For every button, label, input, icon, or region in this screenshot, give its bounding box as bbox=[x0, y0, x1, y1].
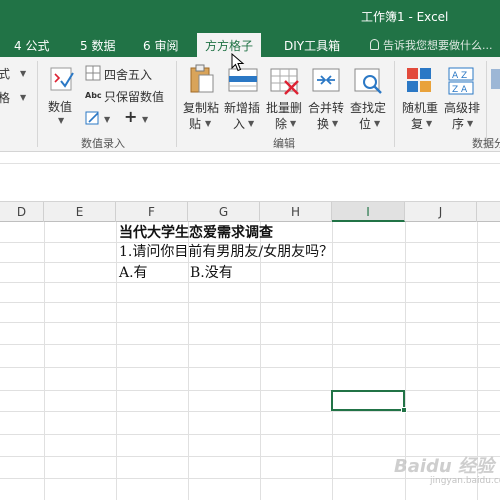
gridline bbox=[116, 222, 117, 500]
tab-diy-toolbox[interactable]: DIY工具箱 bbox=[284, 37, 340, 54]
merge-convert-label-1: 合并转 bbox=[308, 101, 345, 115]
mouse-cursor-icon bbox=[231, 53, 245, 72]
clipboard-icon bbox=[190, 64, 214, 93]
plus-icon[interactable]: + bbox=[124, 107, 137, 126]
gridline bbox=[332, 222, 333, 500]
random-grid-icon bbox=[407, 68, 431, 92]
column-header-e[interactable]: E bbox=[44, 202, 116, 222]
formula-bar-area[interactable] bbox=[0, 165, 500, 202]
gridline bbox=[0, 411, 500, 412]
copy-paste-label-2: 贴 bbox=[189, 117, 202, 131]
insert-label-1: 新增插 bbox=[224, 101, 261, 115]
tell-me-box[interactable]: 告诉我您想要做什么... bbox=[370, 37, 493, 53]
random-repeat-label-2: 复 bbox=[411, 117, 424, 131]
random-repeat-label-1: 随机重 bbox=[402, 101, 439, 115]
ribbon-tabs: 4 公式 5 数据 6 审阅 方方格子 DIY工具箱 告诉我您想要做什么... bbox=[0, 33, 500, 57]
chevron-down-icon[interactable]: ▼ bbox=[104, 115, 110, 124]
find-icon bbox=[354, 68, 382, 94]
ribbon-bottom-band bbox=[0, 152, 500, 164]
gridline bbox=[0, 434, 500, 435]
gridline bbox=[0, 344, 500, 345]
gridline bbox=[0, 390, 500, 391]
edit-table-icon[interactable] bbox=[85, 110, 101, 126]
abc-icon: Abc bbox=[85, 91, 102, 100]
tab-review[interactable]: 6 审阅 bbox=[143, 37, 178, 54]
tab-data[interactable]: 5 数据 bbox=[80, 37, 115, 54]
column-header-f[interactable]: F bbox=[116, 202, 188, 222]
chevron-down-icon[interactable]: ▼ bbox=[20, 93, 26, 102]
tell-me-placeholder: 告诉我您想要做什么... bbox=[383, 39, 493, 52]
column-header-i[interactable]: I bbox=[332, 202, 405, 222]
group-divider bbox=[37, 61, 38, 147]
insert-label-2: 入 bbox=[233, 117, 246, 131]
merge-convert-label-2: 换 bbox=[317, 117, 330, 131]
tab-formulas[interactable]: 4 公式 bbox=[14, 37, 49, 54]
advanced-sort-label-1: 高级排 bbox=[444, 101, 481, 115]
ribbon: 式 ▼ 格 ▼ 数值 ▼ 四舍五入 Abc 只保留数值 ▼ + ▼ 数值录入 复… bbox=[0, 57, 500, 152]
group-label-data-analysis: 数据分 bbox=[472, 137, 500, 150]
round-icon bbox=[85, 65, 101, 81]
chevron-down-icon: ▼ bbox=[248, 119, 255, 128]
column-header-g[interactable]: G bbox=[188, 202, 260, 222]
numeric-icon bbox=[50, 67, 74, 91]
column-header-h[interactable]: H bbox=[260, 202, 332, 222]
numeric-label: 数值 bbox=[48, 100, 73, 114]
batch-delete-label-2: 除 bbox=[275, 117, 288, 131]
gridline bbox=[0, 367, 500, 368]
merge-icon bbox=[312, 68, 340, 92]
chevron-down-icon: ▼ bbox=[58, 116, 65, 125]
gridline bbox=[188, 222, 189, 500]
active-cell-selection[interactable] bbox=[331, 390, 407, 413]
gridline bbox=[260, 222, 261, 500]
lightbulb-icon bbox=[370, 39, 379, 50]
fill-handle[interactable] bbox=[401, 407, 407, 413]
group-label-edit: 编辑 bbox=[273, 137, 295, 150]
advanced-sort-label-2: 序 bbox=[452, 117, 465, 131]
group-divider bbox=[394, 61, 395, 147]
copy-paste-label-1: 复制粘 bbox=[183, 101, 220, 115]
window-title: 工作簿1 - Excel bbox=[361, 10, 449, 24]
column-header-j[interactable]: J bbox=[405, 202, 477, 222]
chevron-down-icon: ▼ bbox=[332, 119, 339, 128]
batch-delete-label-1: 批量删 bbox=[266, 101, 303, 115]
ribbon-partial-icon[interactable] bbox=[491, 69, 500, 89]
watermark-url: jingyan.baidu.com bbox=[430, 476, 500, 486]
svg-text:A Z: A Z bbox=[452, 71, 467, 81]
svg-text:Z A: Z A bbox=[452, 85, 468, 95]
title-bar: 工作簿1 - Excel bbox=[0, 0, 500, 33]
option-a-cell[interactable]: A.有 bbox=[119, 262, 148, 282]
gridline bbox=[0, 322, 500, 323]
gridline bbox=[0, 262, 500, 263]
chevron-down-icon: ▼ bbox=[374, 119, 381, 128]
column-headers: D E F G H I J bbox=[0, 202, 500, 222]
tab-fangfang[interactable]: 方方格子 bbox=[197, 33, 262, 57]
question-cell[interactable]: 1.请问你目前有男朋友/女朋友吗？ bbox=[119, 241, 333, 261]
column-header-k-partial[interactable] bbox=[477, 202, 500, 222]
keep-values-label: 只保留数值 bbox=[104, 90, 165, 104]
gridline bbox=[0, 302, 500, 303]
delete-grid-icon bbox=[270, 68, 299, 95]
group-label-data-entry: 数值录入 bbox=[81, 137, 125, 150]
find-locate-label-2: 位 bbox=[359, 117, 372, 131]
chevron-down-icon: ▼ bbox=[467, 119, 474, 128]
find-locate-label-1: 查找定 bbox=[350, 101, 387, 115]
option-b-cell[interactable]: B.没有 bbox=[190, 262, 233, 282]
round-label: 四舍五入 bbox=[104, 68, 153, 82]
chevron-down-icon: ▼ bbox=[205, 119, 212, 128]
gridline bbox=[0, 282, 500, 283]
chevron-down-icon[interactable]: ▼ bbox=[20, 69, 26, 78]
chevron-down-icon: ▼ bbox=[290, 119, 297, 128]
chevron-down-icon: ▼ bbox=[426, 119, 433, 128]
chevron-down-icon[interactable]: ▼ bbox=[142, 115, 148, 124]
watermark-logo: Baidu 经验 bbox=[394, 456, 495, 477]
ribbon-partial-item-2[interactable]: 格 bbox=[0, 89, 10, 106]
group-divider bbox=[176, 61, 177, 147]
gridline bbox=[0, 478, 500, 479]
sort-az-icon: A Z Z A bbox=[448, 67, 474, 95]
gridline bbox=[44, 222, 45, 500]
survey-title-cell[interactable]: 当代大学生恋爱需求调查 bbox=[119, 222, 273, 242]
column-header-d[interactable]: D bbox=[0, 202, 44, 222]
ribbon-partial-item-1[interactable]: 式 bbox=[0, 65, 10, 82]
